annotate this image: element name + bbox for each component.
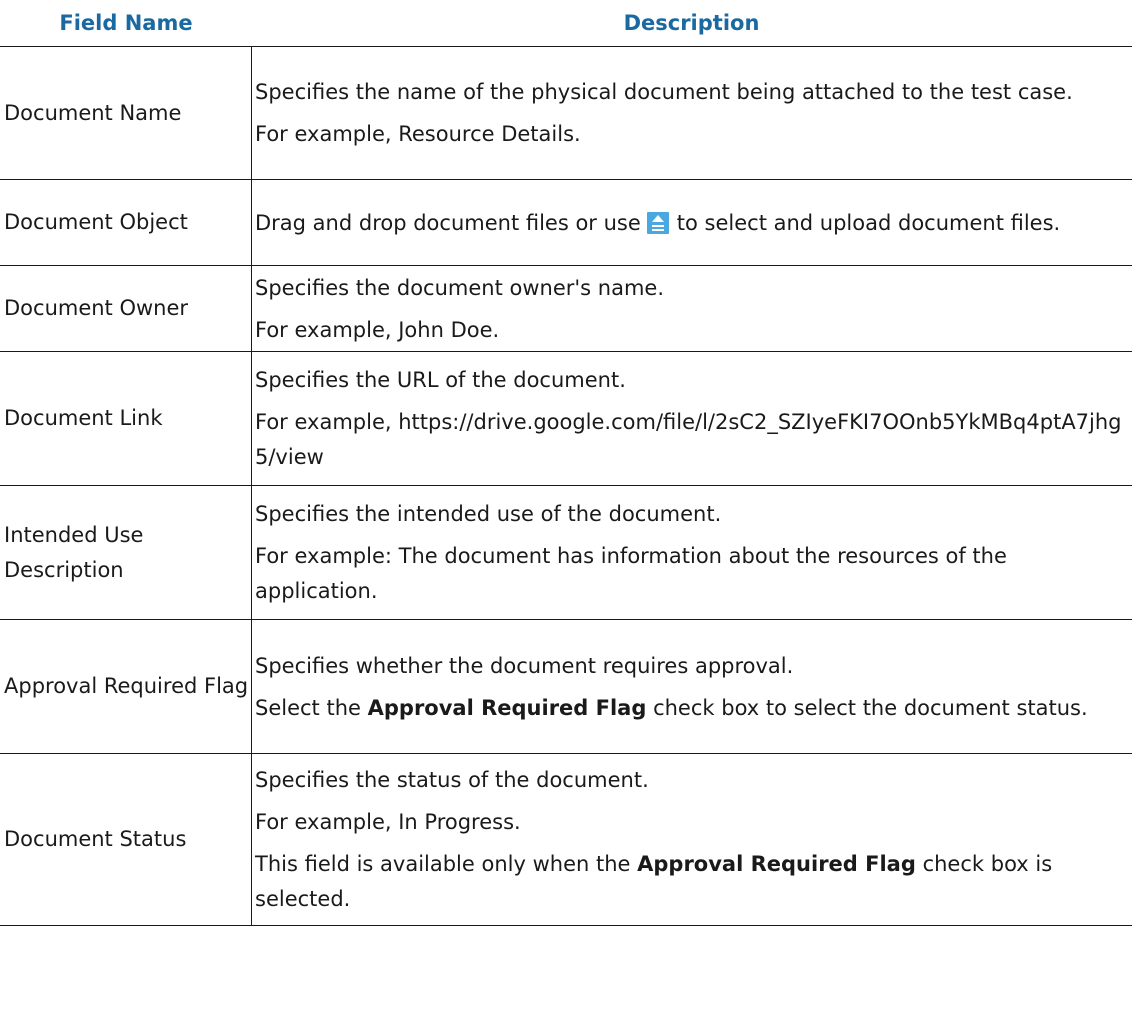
field-name-header: Field Name [0, 0, 252, 47]
description-cell: Specifies the status of the document. Fo… [251, 753, 1132, 926]
description-cell: Specifies the document owner's name. For… [251, 265, 1132, 352]
description-text: Specifies the document owner's name. [255, 275, 664, 300]
field-name-cell: Intended Use Description [0, 485, 252, 620]
field-name: Document Status [4, 827, 187, 851]
field-name: Document Object [4, 210, 188, 234]
description-cell: Specifies whether the document requires … [251, 619, 1132, 754]
description-cell: Specifies the intended use of the docume… [251, 485, 1132, 620]
header-row: Field Name Description [0, 0, 1132, 47]
description-instruction: Select the Approval Required Flag check … [255, 689, 1127, 727]
description-text-before-icon: Drag and drop document files or use [255, 210, 641, 235]
table-row: Document Name Specifies the name of the … [0, 46, 1132, 180]
field-name: Approval Required Flag [4, 674, 249, 698]
instruction-suffix: check box to select the document status. [653, 695, 1088, 720]
description-text: Specifies the URL of the document. [255, 368, 626, 392]
field-name-cell: Document Owner [0, 265, 252, 352]
field-name-cell: Approval Required Flag [0, 619, 252, 754]
table-row: Document Object Drag and drop document f… [0, 179, 1132, 266]
field-name: Document Name [4, 100, 182, 125]
field-name-cell: Document Name [0, 46, 252, 180]
description-example: For example, Resource Details. [255, 122, 581, 146]
description-text: Specifies the intended use of the docume… [255, 502, 722, 526]
field-name-cell: Document Status [0, 753, 252, 926]
table-row: Approval Required Flag Specifies whether… [0, 619, 1132, 754]
description-header: Description [251, 0, 1132, 47]
description-cell: Specifies the name of the physical docum… [251, 46, 1132, 180]
note-prefix: This field is available only when the [255, 852, 631, 876]
upload-icon [646, 211, 669, 234]
field-name-cell: Document Object [0, 179, 252, 266]
description-example: For example, In Progress. [255, 810, 521, 834]
instruction-prefix: Select the [255, 695, 361, 720]
approval-required-flag-term: Approval Required Flag [637, 852, 916, 876]
table-row: Document Owner Specifies the document ow… [0, 265, 1132, 352]
description-text: Specifies whether the document requires … [255, 653, 794, 678]
description-example: For example: The document has informatio… [255, 544, 1007, 603]
field-name: Document Owner [4, 296, 189, 320]
field-name: Intended Use Description [4, 522, 144, 582]
field-description-table: Field Name Description Document Name Spe… [0, 0, 1132, 926]
field-name: Document Link [4, 406, 163, 430]
description-text-after-icon: to select and upload document files. [676, 210, 1061, 235]
description-example: For example, John Doe. [255, 317, 500, 342]
description-cell: Specifies the URL of the document. For e… [251, 351, 1132, 486]
description-text: Specifies the name of the physical docum… [255, 80, 1073, 104]
description-note: This field is available only when the Ap… [255, 845, 1127, 918]
description-cell: Drag and drop document files or use to se… [251, 179, 1132, 266]
description-example-link: For example, https://drive.google.com/fi… [255, 410, 1122, 469]
description-text: Specifies the status of the document. [255, 768, 649, 792]
table-row: Document Link Specifies the URL of the d… [0, 351, 1132, 486]
approval-required-flag-term: Approval Required Flag [367, 695, 647, 720]
description-text: Drag and drop document files or use to se… [255, 204, 1127, 242]
table-row: Document Status Specifies the status of … [0, 753, 1132, 926]
field-name-cell: Document Link [0, 351, 252, 486]
table-row: Intended Use Description Specifies the i… [0, 485, 1132, 620]
